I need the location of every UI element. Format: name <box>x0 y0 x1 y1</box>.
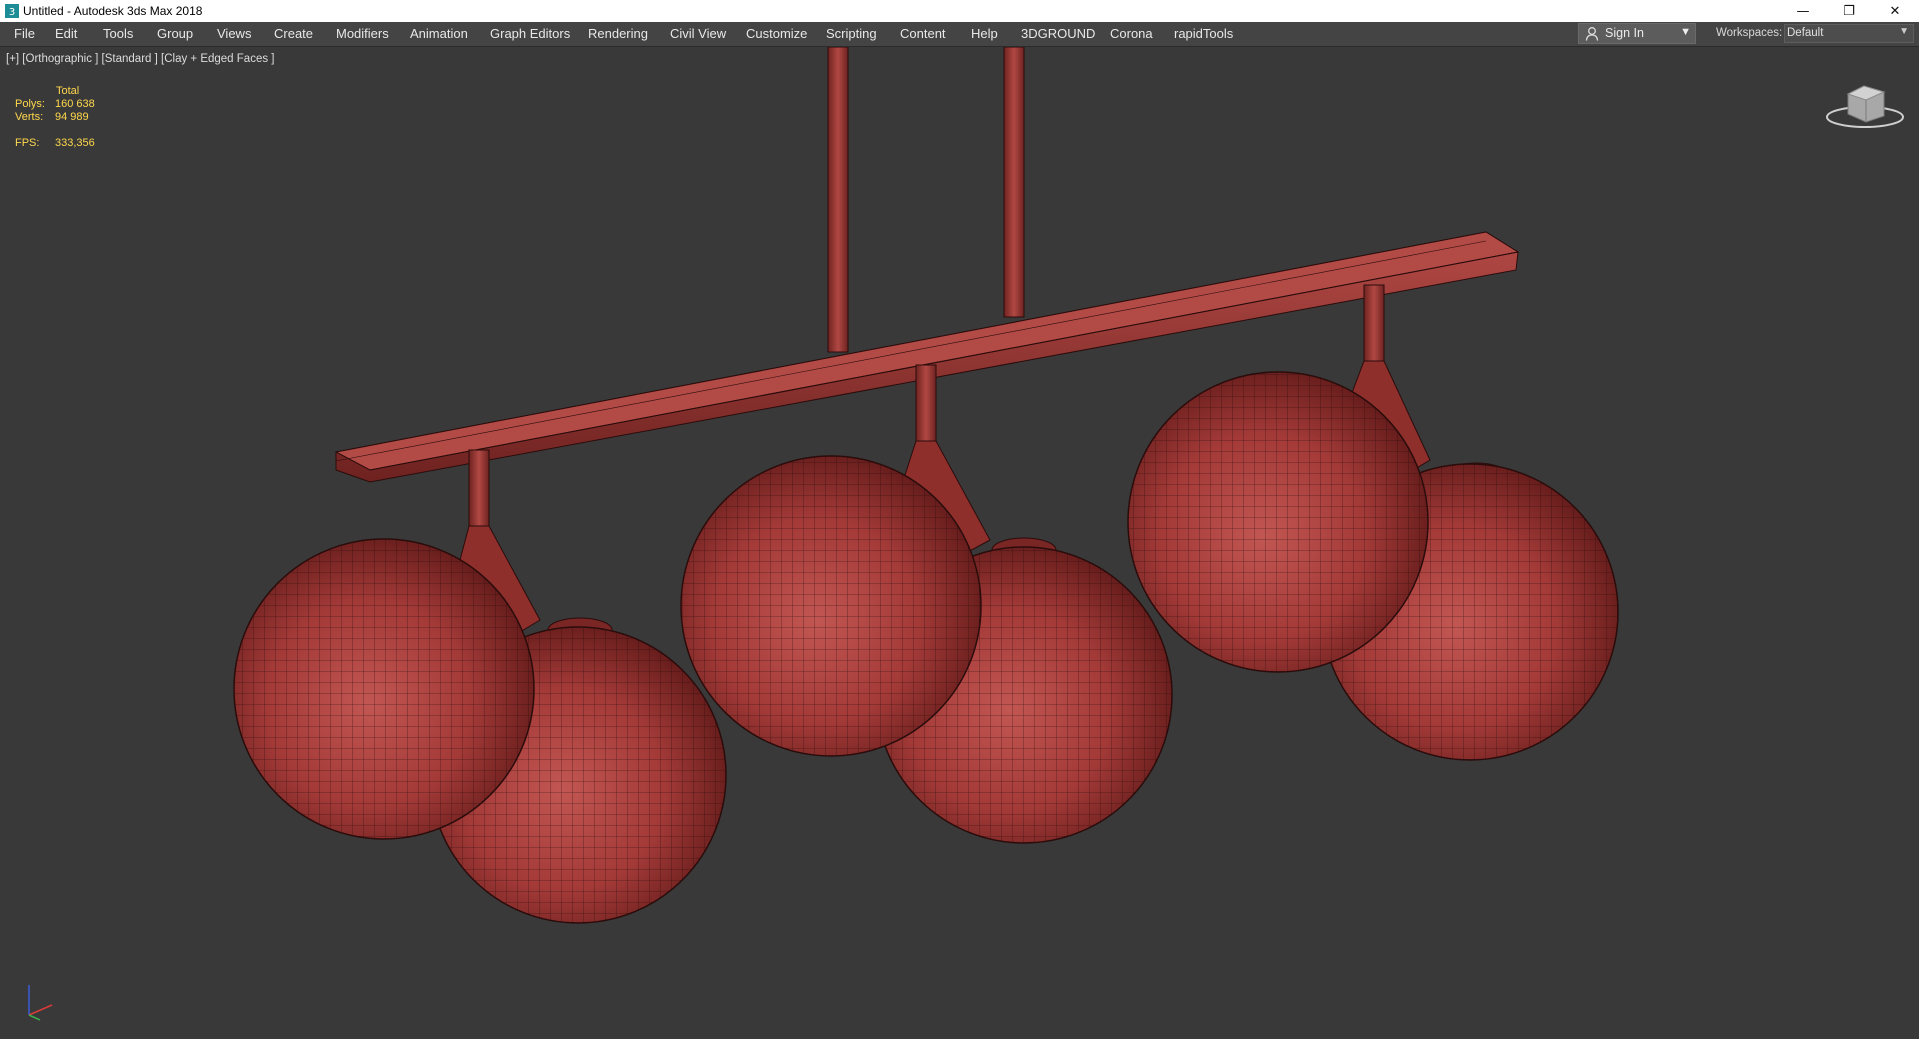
menu-corona[interactable]: Corona <box>1110 26 1153 41</box>
workspaces-select[interactable]: Default ▼ <box>1784 24 1914 43</box>
app-icon: 3 <box>5 4 19 18</box>
stats-fps-value: 333,356 <box>55 137 95 149</box>
sign-in-label: Sign In <box>1605 26 1644 40</box>
menu-rendering[interactable]: Rendering <box>588 26 648 41</box>
menu-civil-view[interactable]: Civil View <box>670 26 726 41</box>
menu-rapidtools[interactable]: rapidTools <box>1174 26 1233 41</box>
menu-create[interactable]: Create <box>274 26 313 41</box>
workspace-value: Default <box>1787 27 1824 39</box>
window-title: Untitled - Autodesk 3ds Max 2018 <box>23 4 203 18</box>
menu-views[interactable]: Views <box>217 26 251 41</box>
axis-tripod-icon <box>28 985 53 1021</box>
restore-button[interactable]: ❐ <box>1826 0 1872 22</box>
stats-polys-value: 160 638 <box>55 98 95 110</box>
menu-animation[interactable]: Animation <box>410 26 468 41</box>
user-icon <box>1585 27 1599 41</box>
menu-group[interactable]: Group <box>157 26 193 41</box>
menu-3dground[interactable]: 3DGROUND <box>1021 26 1095 41</box>
stats-verts-label: Verts: <box>15 111 44 123</box>
menu-tools[interactable]: Tools <box>103 26 133 41</box>
menu-modifiers[interactable]: Modifiers <box>336 26 389 41</box>
viewcube-icon[interactable] <box>1826 85 1904 128</box>
spheres-back <box>429 462 1619 924</box>
menu-help[interactable]: Help <box>971 26 998 41</box>
menu-file[interactable]: File <box>14 26 35 41</box>
menu-graph-editors[interactable]: Graph Editors <box>490 26 570 41</box>
ceiling-rods <box>827 47 1025 353</box>
minimize-button[interactable]: — <box>1780 0 1826 22</box>
menu-content[interactable]: Content <box>900 26 946 41</box>
menu-bar: File Edit Tools Group Views Create Modif… <box>0 22 1919 47</box>
sign-in-button[interactable]: Sign In ▼ <box>1578 23 1696 44</box>
menu-edit[interactable]: Edit <box>55 26 77 41</box>
stats-fps-label: FPS: <box>15 137 40 149</box>
stats-polys-label: Polys: <box>15 98 45 110</box>
close-button[interactable]: ✕ <box>1872 0 1918 22</box>
stats-total-label: Total <box>56 85 80 97</box>
menu-customize[interactable]: Customize <box>746 26 807 41</box>
menu-scripting[interactable]: Scripting <box>826 26 877 41</box>
svg-text:3: 3 <box>9 7 15 18</box>
perspective-viewport[interactable]: [+] [Orthographic ] [Standard ] [Clay + … <box>0 47 1919 1039</box>
stats-verts-value: 94 989 <box>55 111 89 123</box>
title-bar: 3 Untitled - Autodesk 3ds Max 2018 — ❐ ✕ <box>0 0 1919 22</box>
viewport-label[interactable]: [+] [Orthographic ] [Standard ] [Clay + … <box>6 53 274 65</box>
scene-render <box>28 47 1904 1021</box>
chevron-down-icon: ▼ <box>1899 26 1909 37</box>
workspaces-label: Workspaces: <box>1716 27 1783 39</box>
chevron-down-icon: ▼ <box>1680 26 1691 38</box>
